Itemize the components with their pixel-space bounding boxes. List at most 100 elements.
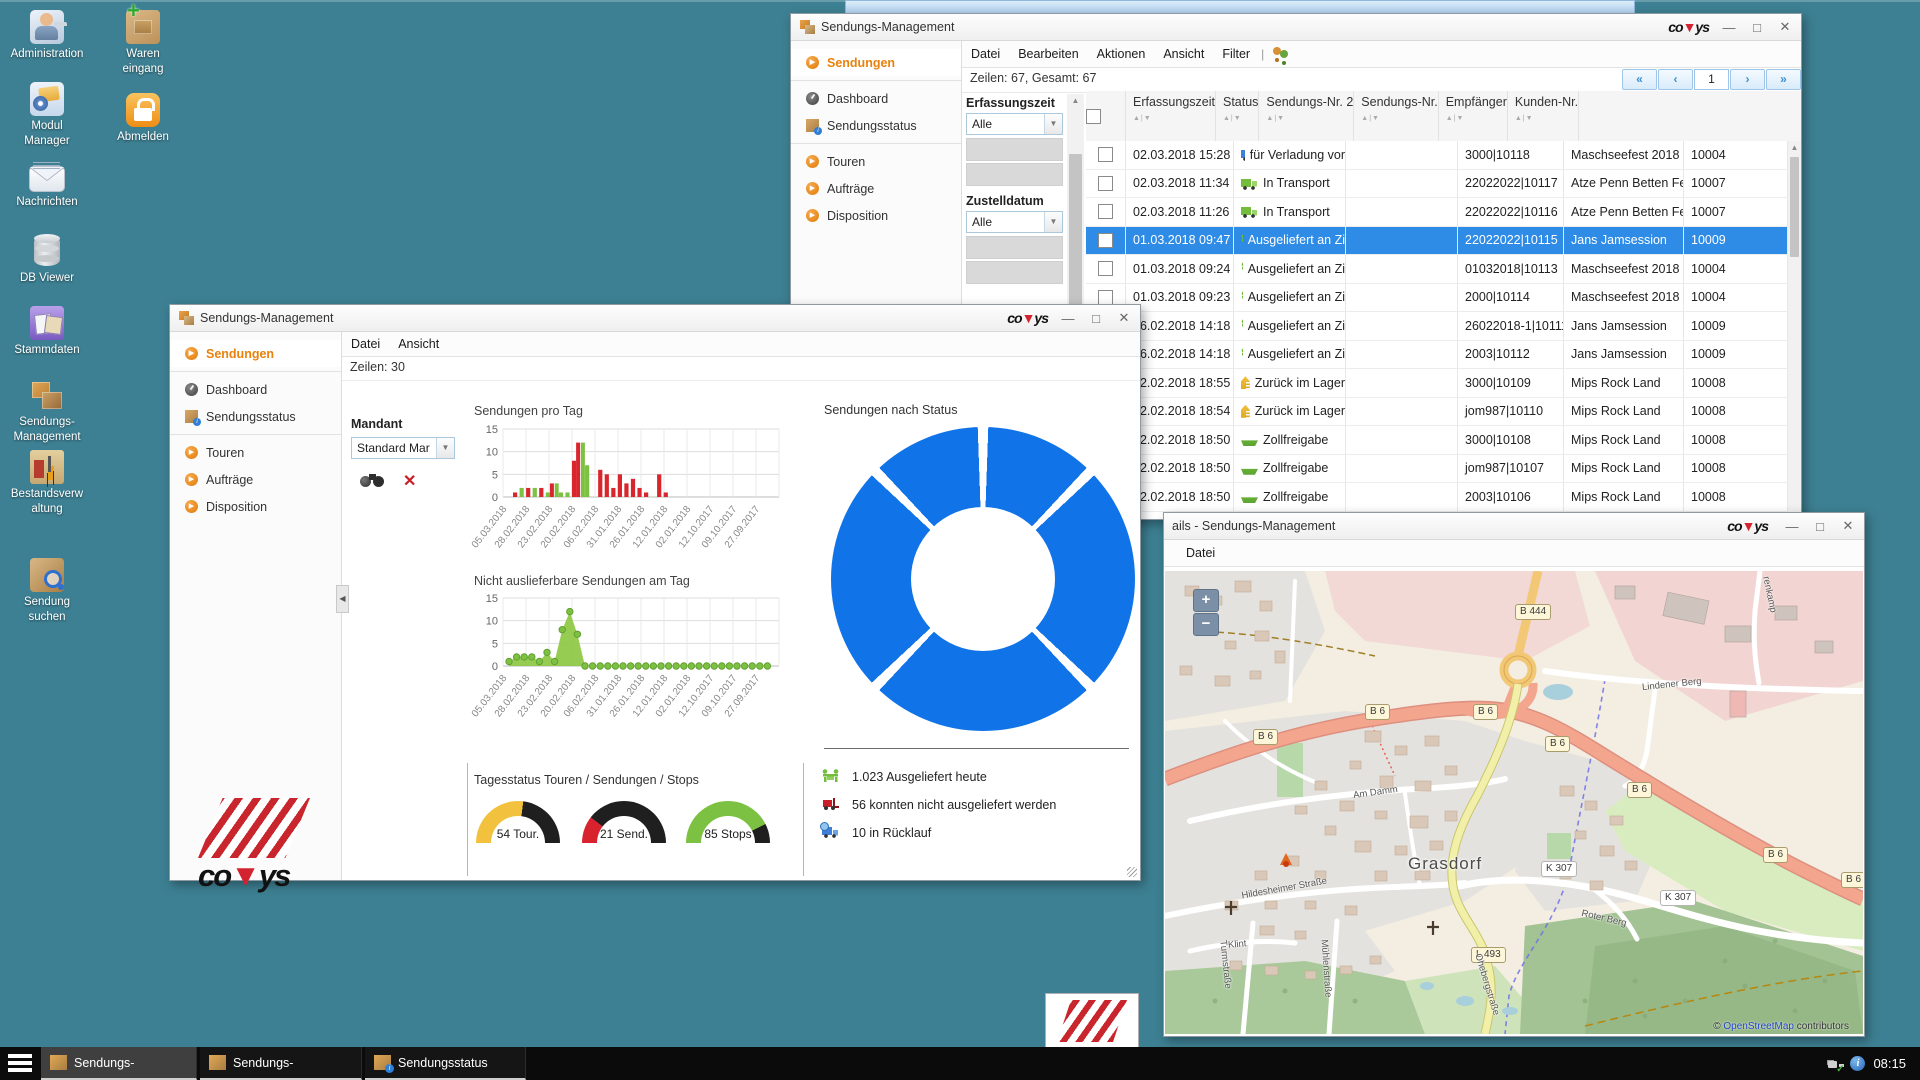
minimize-button[interactable]: — [1778,519,1806,534]
column-header[interactable]: Sendungs-Nr. 2 ▲|▼ [1259,91,1354,141]
filter-select[interactable]: Alle▼ [966,211,1063,233]
sort-arrows[interactable]: ▲|▼ [1133,115,1152,122]
table-row[interactable]: 01.03.2018 09:47 Ausgeliefert an Zi 2202… [1086,227,1788,256]
search-binoculars-icon[interactable] [360,473,386,490]
zoom-out-button[interactable]: − [1193,613,1219,636]
column-header[interactable]: Sendungs-Nr. ▲|▼ [1354,91,1438,141]
menu-item[interactable]: Ansicht [1154,47,1213,61]
maximize-button[interactable]: □ [1082,311,1110,326]
filter-value-block[interactable] [966,261,1063,284]
start-menu-icon[interactable] [8,1053,32,1074]
sidebar-item[interactable]: ▶ Disposition [170,493,341,520]
map[interactable]: B 444B 6B 6B 6B 6B 6B 6B 6K 307K 307L 49… [1165,571,1863,1034]
sidebar-item[interactable]: Dashboard [170,376,341,403]
titlebar[interactable]: Sendungs-Management [791,14,1801,41]
row-checkbox[interactable] [1098,176,1113,191]
sort-arrows[interactable]: ▲|▼ [1266,115,1285,122]
sidebar-item[interactable]: Dashboard [791,85,961,112]
filter-value-block[interactable] [966,138,1063,161]
table-row[interactable]: 01.03.2018 09:23 Ausgeliefert an Zi 2000… [1086,284,1788,313]
table-row[interactable]: 26.02.2018 14:18 Ausgeliefert an Zi 2003… [1086,341,1788,370]
menu-item[interactable]: Aktionen [1088,47,1155,61]
desktop-icon[interactable]: Abmelden [98,93,188,145]
sidebar-item[interactable]: ▶ Disposition [791,202,961,229]
sidebar-item[interactable]: ▶ Aufträge [170,466,341,493]
zoom-in-button[interactable]: + [1193,589,1219,612]
sidebar-item[interactable]: Sendungsstatus [791,112,961,139]
menu-item[interactable]: Bearbeiten [1009,47,1087,61]
desktop-icon[interactable]: Bestandsverw altung [2,450,92,517]
desktop-icon[interactable]: Modul Manager [2,82,92,149]
info-icon[interactable]: i [1850,1056,1865,1071]
menu-item[interactable]: Datei [1164,546,1224,560]
maximize-button[interactable]: □ [1743,20,1771,35]
sidebar-item[interactable]: ▶ Sendungen [170,340,341,367]
menu-item[interactable]: Datei [342,337,389,351]
page-last-button[interactable]: » [1766,69,1801,90]
page-number-input[interactable]: 1 [1694,69,1729,90]
table-row[interactable]: 01.03.2018 09:24 Ausgeliefert an Zi 0103… [1086,255,1788,284]
filter-value-block[interactable] [966,163,1063,186]
sidebar-item[interactable]: ▶ Touren [170,439,341,466]
titlebar[interactable]: Sendungs-Management [170,305,1140,332]
page-prev-button[interactable]: ‹ [1658,69,1693,90]
row-checkbox[interactable] [1098,147,1113,162]
sort-arrows[interactable]: ▲|▼ [1361,115,1380,122]
clear-icon[interactable]: ✕ [403,471,416,491]
taskbar-button[interactable]: Sendungs- [200,1047,362,1080]
filter-select[interactable]: Alle▼ [966,113,1063,135]
table-row[interactable]: 02.03.2018 15:28 für Verladung vor 3000|… [1086,141,1788,170]
table-row[interactable]: 02.03.2018 11:34 In Transport 22022022|1… [1086,170,1788,199]
sort-arrows[interactable]: ▲|▼ [1446,115,1465,122]
row-checkbox[interactable] [1098,204,1113,219]
sidebar-item[interactable]: ▶ Touren [791,148,961,175]
desktop-icon[interactable]: Nachrichten [2,160,92,210]
column-header[interactable]: Status ▲|▼ [1216,91,1259,141]
table-row[interactable]: 22.02.2018 18:55 Zurück im Lager 3000|10… [1086,369,1788,398]
minimize-button[interactable]: — [1715,20,1743,35]
sidebar-collapse-handle[interactable]: ◀ [336,585,349,613]
desktop-icon[interactable]: Sendungs- Management [2,378,92,445]
table-row[interactable]: 26.02.2018 14:18 Ausgeliefert an Zi 2602… [1086,312,1788,341]
resize-grip[interactable] [1127,867,1137,877]
close-button[interactable]: ✕ [1771,19,1799,35]
sidebar-item[interactable]: ▶ Aufträge [791,175,961,202]
row-checkbox[interactable] [1098,290,1113,305]
select-all-checkbox[interactable] [1086,109,1101,124]
mandant-select[interactable]: Standard Mar▼ [351,437,455,459]
table-row[interactable]: 22.02.2018 18:50 Zollfreigabe 3000|10108… [1086,426,1788,455]
background-window-fragment[interactable] [1045,993,1139,1051]
desktop-icon[interactable]: Stammdaten [2,306,92,358]
desktop-icon[interactable]: DB Viewer [2,234,92,286]
background-window-titlebar[interactable] [845,0,1635,14]
minimize-button[interactable]: — [1054,311,1082,326]
osm-link[interactable]: OpenStreetMap [1723,1021,1794,1032]
desktop-icon[interactable]: Waren eingang [98,10,188,77]
sort-arrows[interactable]: ▲|▼ [1515,115,1534,122]
select-all-header[interactable] [1086,91,1126,141]
row-checkbox[interactable] [1098,261,1113,276]
row-checkbox[interactable] [1098,233,1113,248]
menu-item[interactable]: Filter [1213,47,1259,61]
desktop-icon[interactable]: Administration [2,10,92,62]
connection-icon[interactable] [1826,1057,1842,1071]
table-row[interactable]: 22.02.2018 18:54 Zurück im Lager jom987|… [1086,398,1788,427]
filter-value-block[interactable] [966,236,1063,259]
menu-item[interactable]: Datei [962,47,1009,61]
close-button[interactable]: ✕ [1834,518,1862,534]
sort-arrows[interactable]: ▲|▼ [1223,115,1242,122]
page-next-button[interactable]: › [1730,69,1765,90]
column-header[interactable]: Kunden-Nr. ▲|▼ [1508,91,1579,141]
table-scrollbar[interactable]: ▲ [1788,141,1801,519]
table-row[interactable]: 22.02.2018 18:50 Zollfreigabe jom987|101… [1086,455,1788,484]
desktop-icon[interactable]: Sendung suchen [2,558,92,625]
taskbar-button[interactable]: Sendungsstatus [365,1047,526,1080]
table-row[interactable]: 22.02.2018 18:50 Zollfreigabe 2003|10106… [1086,483,1788,512]
page-first-button[interactable]: « [1622,69,1657,90]
table-row[interactable]: 02.03.2018 11:26 In Transport 22022022|1… [1086,198,1788,227]
sidebar-item[interactable]: Sendungsstatus [170,403,341,430]
users-icon[interactable] [1272,47,1289,62]
taskbar-button[interactable]: Sendungs- [41,1047,197,1080]
menu-item[interactable]: Ansicht [389,337,448,351]
column-header[interactable]: Erfassungszeit ▲|▼ [1126,91,1216,141]
